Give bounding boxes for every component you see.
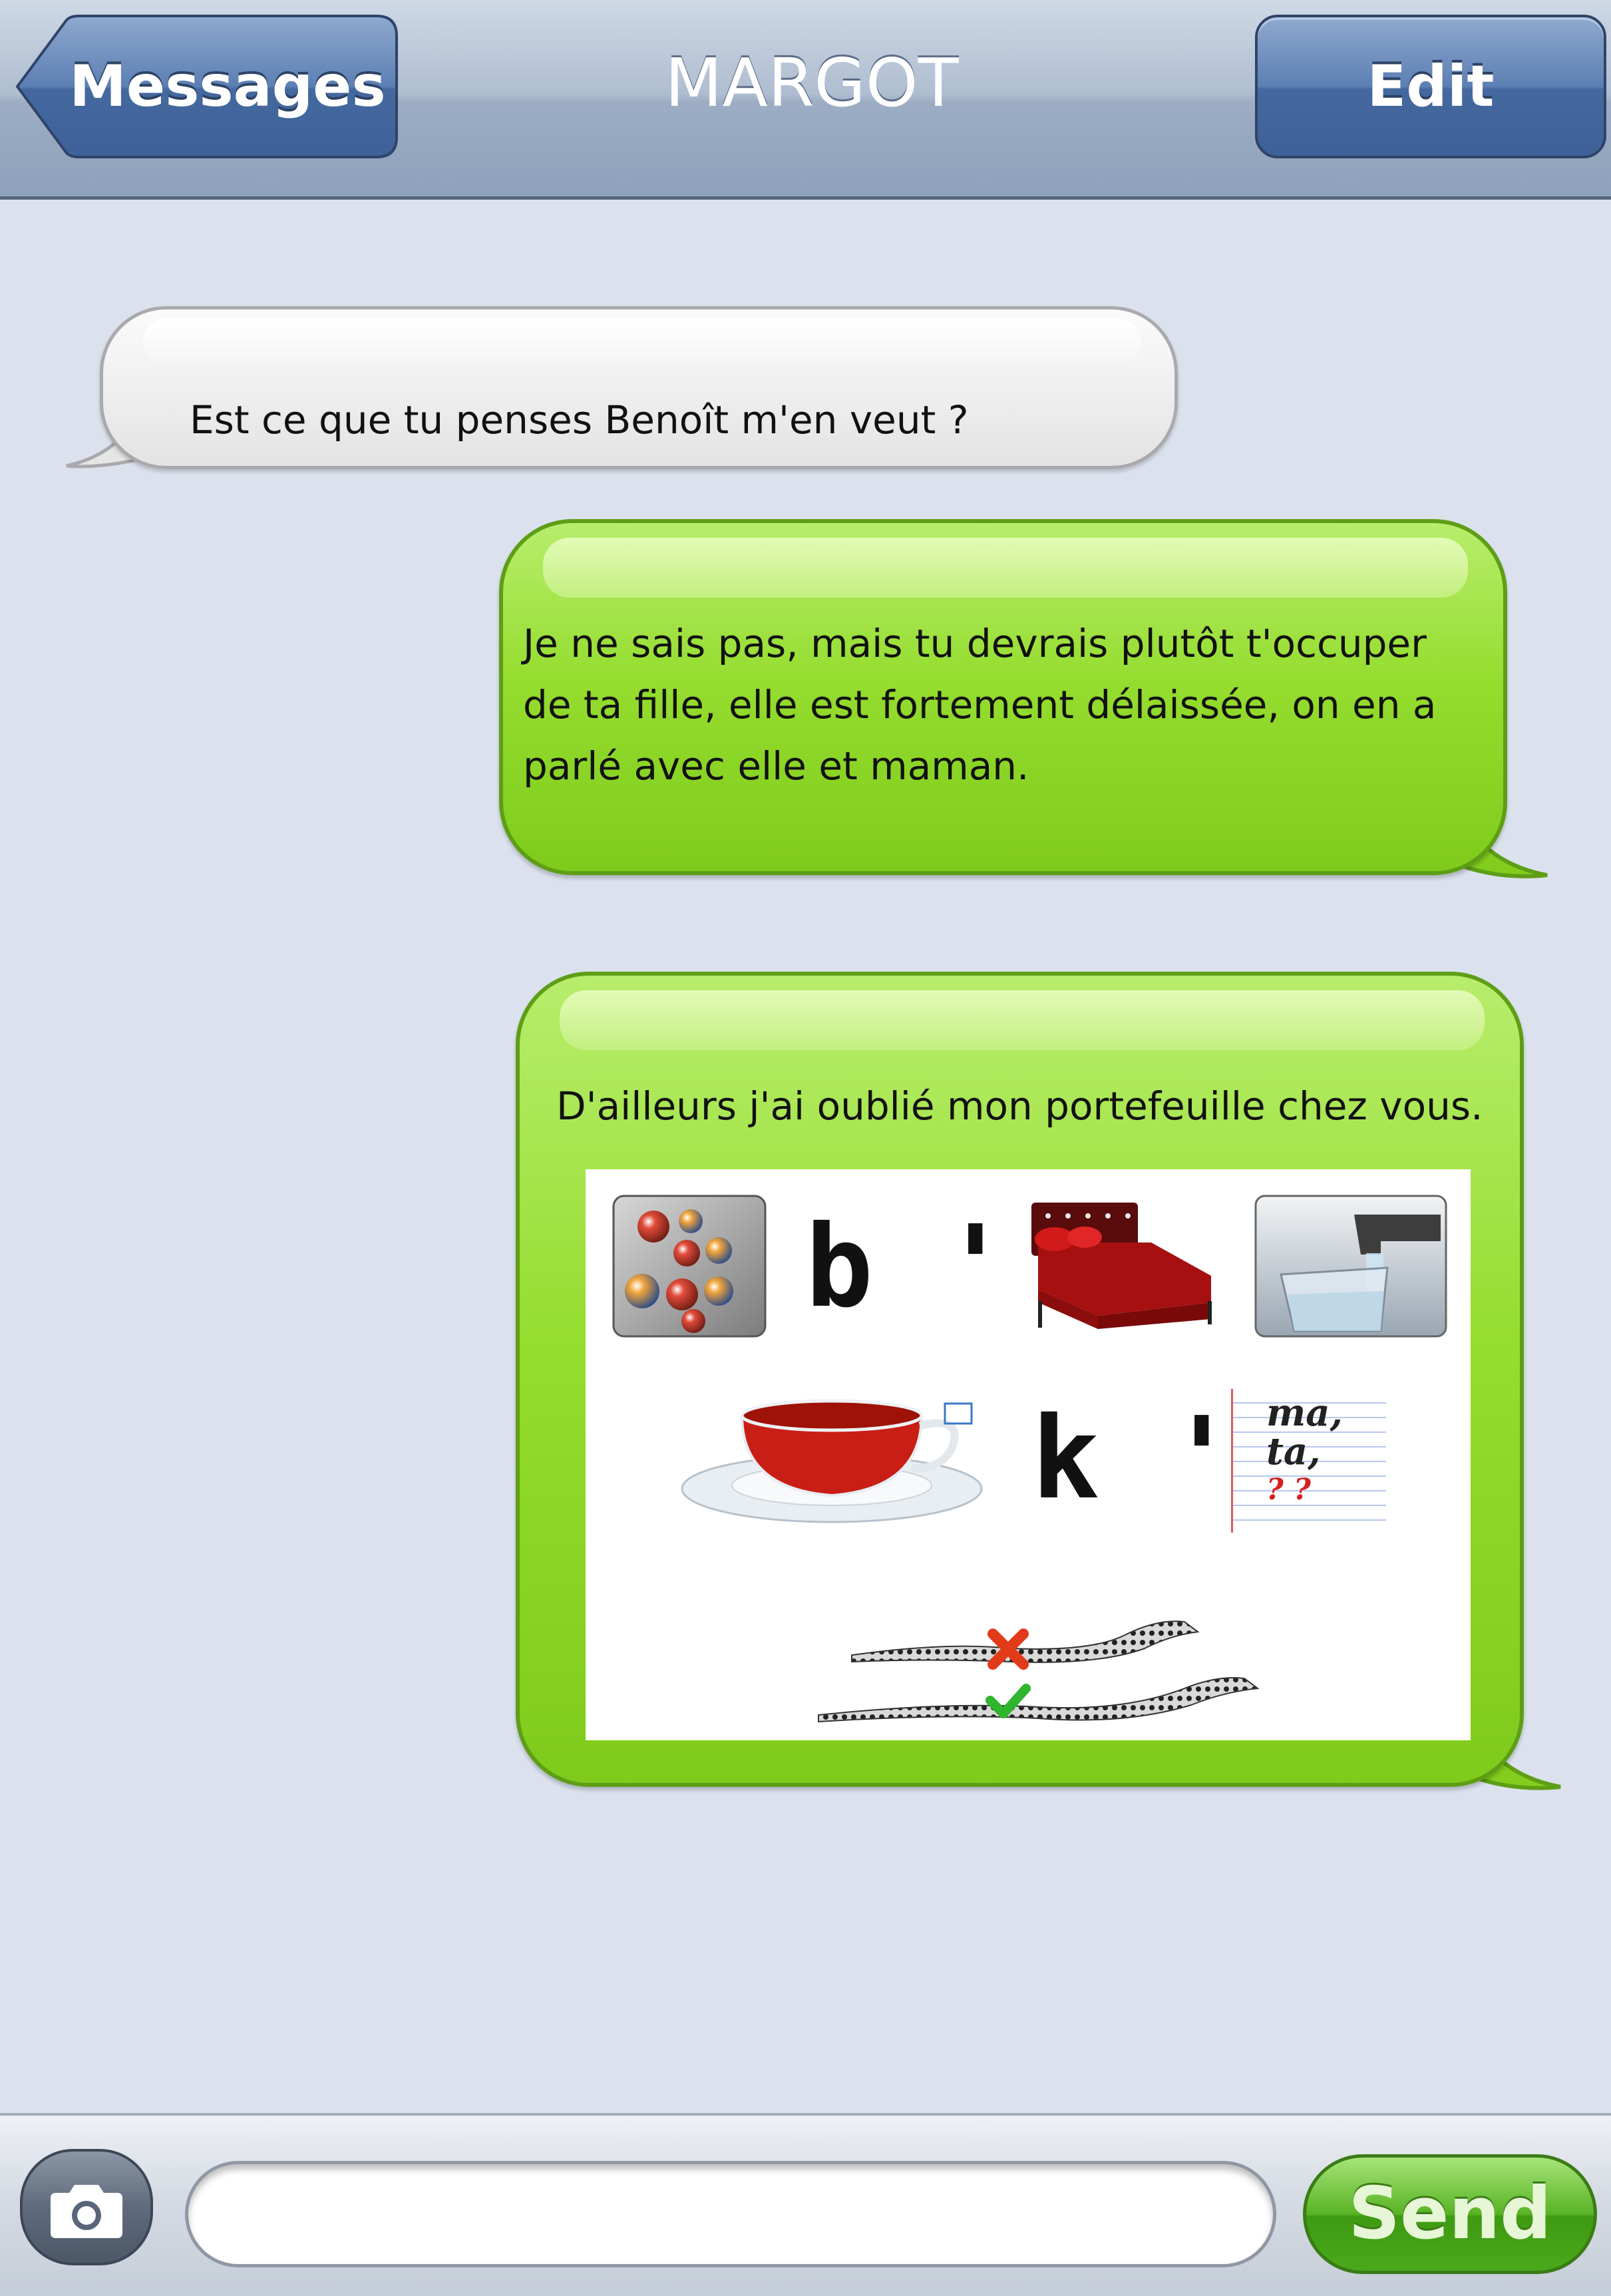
rebus-image[interactable]: b ' k ' ma, ta, ? ? <box>586 1169 1471 1740</box>
bed-icon <box>1031 1203 1212 1329</box>
message-input[interactable] <box>185 2161 1276 2267</box>
notebook-icon: ma, ta, ? ? <box>1231 1389 1386 1533</box>
edit-button[interactable]: Edit <box>1255 15 1606 158</box>
message-bubble-incoming[interactable]: Est ce que tu penses Benoît m'en veut ? <box>100 306 1178 469</box>
notebook-question-marks: ? ? <box>1266 1473 1311 1507</box>
rebus-letter-k: k ' <box>1031 1393 1236 1525</box>
bubble-highlight <box>143 319 1141 365</box>
compose-bar: Send <box>0 2113 1611 2296</box>
bubble-highlight <box>560 990 1485 1050</box>
notebook-line-1: ma, <box>1266 1391 1343 1435</box>
message-text: D'ailleurs j'ai oublié mon portefeuille … <box>556 1083 1483 1129</box>
back-button[interactable]: Messages <box>15 15 399 158</box>
snakes-icon <box>818 1621 1260 1723</box>
send-button[interactable]: Send <box>1303 2154 1597 2274</box>
back-button-label: Messages <box>69 53 386 120</box>
camera-button[interactable] <box>20 2149 153 2265</box>
rebus-letter-b: b ' <box>805 1201 1010 1333</box>
marbles-icon <box>612 1195 767 1338</box>
conversation-title: MARGOT <box>665 44 959 122</box>
notebook-line-2: ta, <box>1266 1430 1321 1473</box>
navigation-bar: Messages MARGOT Edit <box>0 0 1611 200</box>
message-bubble-outgoing[interactable]: Je ne sais pas, mais tu devrais plutôt t… <box>499 519 1507 875</box>
message-text: Est ce que tu penses Benoît m'en veut ? <box>190 397 969 443</box>
water-glass-icon <box>1254 1195 1447 1338</box>
bubble-highlight <box>543 538 1468 598</box>
message-text: Je ne sais pas, mais tu devrais plutôt t… <box>523 621 1437 789</box>
teacup-icon <box>681 1399 983 1523</box>
camera-icon <box>51 2185 122 2238</box>
